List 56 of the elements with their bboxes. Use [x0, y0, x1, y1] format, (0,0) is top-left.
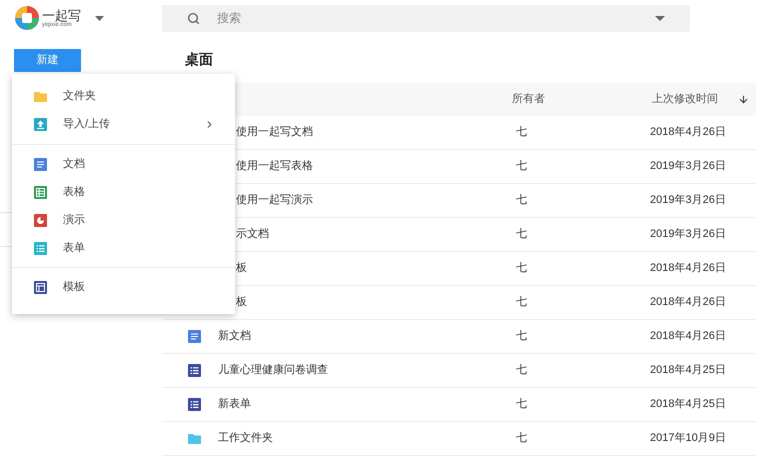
owner-cell: 七 [516, 126, 527, 138]
menu-item[interactable]: 文件夹 [12, 82, 235, 110]
modified-date: 2019年3月26日 [650, 228, 726, 240]
file-name: 板 [236, 262, 247, 274]
file-row[interactable]: 新表单 七 2018年4月25日 [162, 388, 756, 422]
file-name: 新文档 [218, 330, 251, 342]
modified-date: 2018年4月26日 [650, 330, 726, 342]
upload-icon [34, 118, 47, 130]
file-row[interactable]: 新文档 七 2018年4月26日 [162, 320, 756, 354]
file-name: 示文档 [236, 228, 269, 240]
template-icon [34, 280, 47, 294]
owner-cell: 七 [516, 228, 527, 240]
owner-cell: 七 [516, 432, 527, 444]
modified-date: 2019年3月26日 [650, 160, 726, 172]
folder-icon [34, 90, 47, 102]
logo-title: 一起写 [42, 8, 81, 22]
file-name: 工作文件夹 [218, 432, 273, 444]
file-name: 使用一起写演示 [236, 194, 313, 206]
document-icon [188, 330, 200, 343]
sort-arrow-icon[interactable] [738, 94, 749, 105]
owner-cell: 七 [516, 330, 527, 342]
folder-icon [188, 432, 200, 445]
modified-date: 2018年4月25日 [650, 364, 726, 376]
file-name: 使用一起写表格 [236, 160, 313, 172]
logo-icon [15, 6, 39, 30]
file-name: 使用一起写文档 [236, 126, 313, 138]
owner-cell: 七 [516, 364, 527, 376]
file-name: 新表单 [218, 398, 251, 410]
owner-cell: 七 [516, 160, 527, 172]
owner-cell: 七 [516, 398, 527, 410]
owner-cell: 七 [516, 262, 527, 274]
owner-cell: 七 [516, 194, 527, 206]
list-icon [34, 242, 47, 254]
owner-cell: 七 [516, 296, 527, 308]
file-row[interactable]: 儿童心理健康问卷调查 七 2018年4月25日 [162, 354, 756, 388]
page-title: 桌面 [184, 50, 214, 69]
column-header[interactable]: 上次修改时间 [652, 91, 718, 108]
modified-date: 2018年4月26日 [650, 126, 726, 138]
file-row[interactable]: 工作文件夹 七 2017年10月9日 [162, 422, 756, 456]
presentation-icon [34, 214, 47, 226]
search-icon [187, 12, 200, 24]
list-icon [188, 364, 200, 377]
caret-icon[interactable] [95, 16, 104, 20]
list-icon [188, 398, 200, 411]
caret-icon[interactable] [655, 16, 665, 20]
file-name: 板 [236, 296, 247, 308]
search-field[interactable]: 搜索 [162, 4, 690, 32]
modified-date: 2017年10月9日 [650, 432, 726, 444]
modified-date: 2018年4月26日 [650, 296, 726, 308]
column-header[interactable]: 所有者 [512, 93, 545, 106]
modified-date: 2018年4月26日 [650, 262, 726, 274]
modified-date: 2018年4月25日 [650, 398, 726, 410]
document-icon [34, 158, 47, 170]
spreadsheet-icon [34, 186, 47, 198]
file-name: 儿童心理健康问卷调查 [218, 364, 328, 376]
modified-date: 2019年3月26日 [650, 194, 726, 206]
